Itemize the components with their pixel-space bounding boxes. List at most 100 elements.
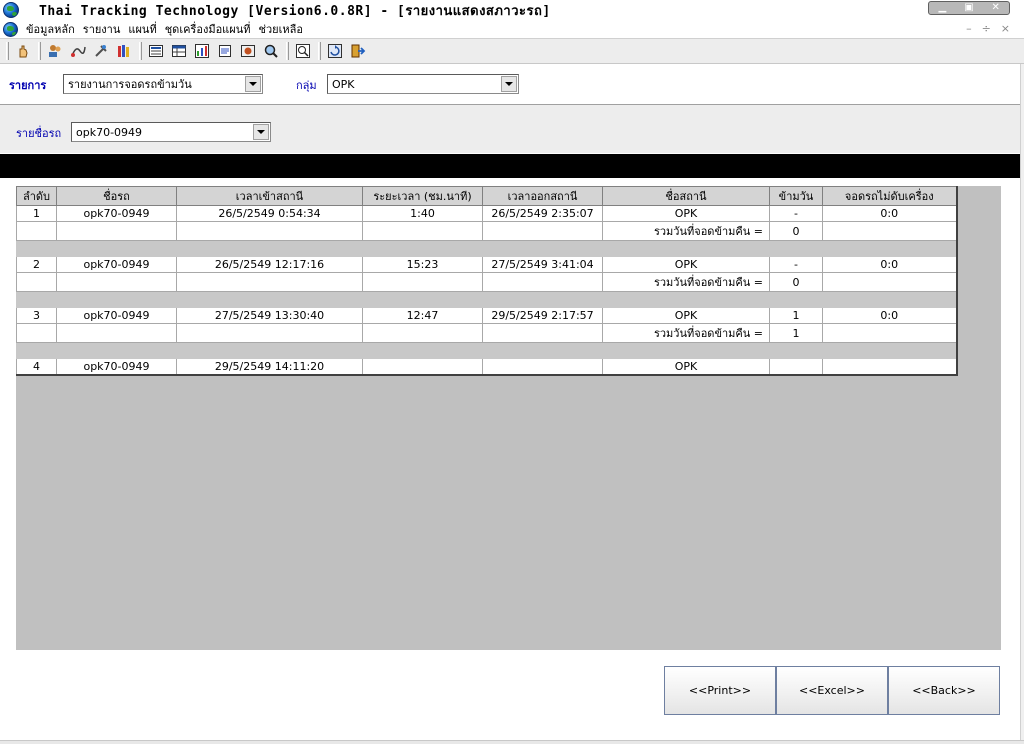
column-header-time-out[interactable]: เวลาออกสถานี (482, 186, 603, 206)
print-button[interactable]: <<Print>> (664, 666, 776, 715)
maximize-button[interactable]: ▣ (956, 2, 983, 14)
report-area: ลำดับ ชื่อรถ เวลาเข้าสถานี ระยะเวลา (ชม.… (16, 186, 1001, 650)
cell-no: 4 (16, 358, 57, 375)
cell-station: OPK (602, 205, 770, 222)
vehicle-filter-panel: รายชื่อรถ opk70-0949 (0, 105, 1024, 153)
table-row[interactable]: 2 opk70-0949 26/5/2549 12:17:16 15:23 27… (16, 256, 957, 273)
summary-row: รวมวันที่จอดข้ามคืน = 1 (16, 323, 957, 343)
toolbar-grip[interactable] (6, 42, 9, 60)
cell-idle: 0:0 (822, 205, 957, 222)
cell-time-in: 27/5/2549 13:30:40 (176, 307, 363, 324)
table-row[interactable]: 4 opk70-0949 29/5/2549 14:11:20 OPK (16, 358, 957, 375)
doc-close-button[interactable]: × (1001, 22, 1010, 35)
cell-time-in: 29/5/2549 14:11:20 (176, 358, 363, 375)
menu-report[interactable]: รายงาน (83, 20, 121, 38)
column-header-vehicle[interactable]: ชื่อรถ (56, 186, 177, 206)
cell-time-in: 26/5/2549 12:17:16 (176, 256, 363, 273)
chevron-down-icon[interactable] (253, 124, 269, 140)
cell-overnight: - (769, 256, 823, 273)
table-row[interactable]: 3 opk70-0949 27/5/2549 13:30:40 12:47 29… (16, 307, 957, 324)
window-right-edge (1020, 64, 1024, 740)
menu-help[interactable]: ช่วยเหลือ (258, 20, 302, 38)
menu-map[interactable]: แผนที่ (128, 20, 156, 38)
photo-icon[interactable] (238, 41, 258, 61)
doc-restore-button[interactable]: ÷ (982, 22, 991, 35)
column-header-idle[interactable]: จอดรถไม่ดับเครื่อง (822, 186, 957, 206)
books-icon[interactable] (114, 41, 134, 61)
cell-duration: 15:23 (362, 256, 483, 273)
cell-idle (822, 358, 957, 375)
group-spacer (16, 342, 957, 359)
table-icon[interactable] (169, 41, 189, 61)
cell-duration: 1:40 (362, 205, 483, 222)
cell-time-out: 26/5/2549 2:35:07 (482, 205, 603, 222)
toolbar-separator (38, 42, 41, 60)
close-button[interactable]: ✕ (982, 2, 1009, 14)
summary-total: 1 (769, 323, 823, 343)
minimize-button[interactable]: ▁ (929, 2, 956, 14)
report-icon[interactable] (146, 41, 166, 61)
chevron-down-icon[interactable] (501, 76, 517, 92)
zoom-icon[interactable] (293, 41, 313, 61)
cell-time-out (482, 358, 603, 375)
chart-icon[interactable] (192, 41, 212, 61)
group-spacer (16, 291, 957, 308)
group-label: กลุ่ม (296, 79, 317, 92)
refresh-icon[interactable] (325, 41, 345, 61)
summary-total: 0 (769, 272, 823, 292)
document-globe-icon[interactable] (3, 21, 18, 37)
cell-no: 2 (16, 256, 57, 273)
cell-no: 3 (16, 307, 57, 324)
summary-label: รวมวันที่จอดข้ามคืน = (602, 221, 770, 241)
cell-idle: 0:0 (822, 256, 957, 273)
cell-vehicle: opk70-0949 (56, 205, 177, 222)
chevron-down-icon[interactable] (245, 76, 261, 92)
menu-bar: ข้อมูลหลัก รายงาน แผนที่ ชุดเครื่องมือแผ… (0, 20, 1024, 38)
cell-time-in: 26/5/2549 0:54:34 (176, 205, 363, 222)
route-icon[interactable] (68, 41, 88, 61)
summary-label: รวมวันที่จอดข้ามคืน = (602, 272, 770, 292)
column-header-time-in[interactable]: เวลาเข้าสถานี (176, 186, 363, 206)
cell-vehicle: opk70-0949 (56, 307, 177, 324)
action-buttons: <<Print>> <<Excel>> <<Back>> (664, 666, 1000, 715)
cell-station: OPK (602, 256, 770, 273)
table-row[interactable]: 1 opk70-0949 26/5/2549 0:54:34 1:40 26/5… (16, 205, 957, 222)
table-header-row: ลำดับ ชื่อรถ เวลาเข้าสถานี ระยะเวลา (ชม.… (16, 186, 957, 206)
cell-station: OPK (602, 358, 770, 375)
cell-time-out: 27/5/2549 3:41:04 (482, 256, 603, 273)
users-icon[interactable] (45, 41, 65, 61)
cell-overnight (769, 358, 823, 375)
report-type-select[interactable]: รายงานการจอดรถข้ามวัน (63, 74, 263, 94)
toolbar-separator (139, 42, 142, 60)
excel-button[interactable]: <<Excel>> (776, 666, 888, 715)
hand-icon[interactable] (13, 41, 33, 61)
summary-label: รวมวันที่จอดข้ามคืน = (602, 323, 770, 343)
column-header-overnight[interactable]: ข้ามวัน (769, 186, 823, 206)
cell-idle: 0:0 (822, 307, 957, 324)
doc-minimize-button[interactable]: – (966, 22, 972, 35)
cell-duration (362, 358, 483, 375)
list-icon[interactable] (215, 41, 235, 61)
cell-time-out: 29/5/2549 2:17:57 (482, 307, 603, 324)
search-map-icon[interactable] (261, 41, 281, 61)
cell-duration: 12:47 (362, 307, 483, 324)
vehicle-label: รายชื่อรถ (16, 127, 62, 140)
summary-total: 0 (769, 221, 823, 241)
vehicle-select[interactable]: opk70-0949 (71, 122, 271, 142)
back-button[interactable]: <<Back>> (888, 666, 1000, 715)
window-controls: ▁ ▣ ✕ (928, 1, 1010, 15)
report-filter-row: รายการ รายงานการจอดรถข้ามวัน กลุ่ม OPK (0, 74, 1024, 96)
column-header-no[interactable]: ลำดับ (16, 186, 57, 206)
tools-icon[interactable] (91, 41, 111, 61)
menu-map-tools[interactable]: ชุดเครื่องมือแผนที่ (165, 20, 251, 38)
column-header-duration[interactable]: ระยะเวลา (ชม.นาที) (362, 186, 483, 206)
menu-master-data[interactable]: ข้อมูลหลัก (26, 20, 75, 38)
toolbar (0, 38, 1024, 64)
column-header-station[interactable]: ชื่อสถานี (602, 186, 770, 206)
cell-overnight: 1 (769, 307, 823, 324)
group-select[interactable]: OPK (327, 74, 519, 94)
list-label: รายการ (9, 79, 47, 92)
vehicle-value: opk70-0949 (76, 125, 143, 139)
app-globe-icon (3, 2, 19, 18)
exit-icon[interactable] (348, 41, 368, 61)
